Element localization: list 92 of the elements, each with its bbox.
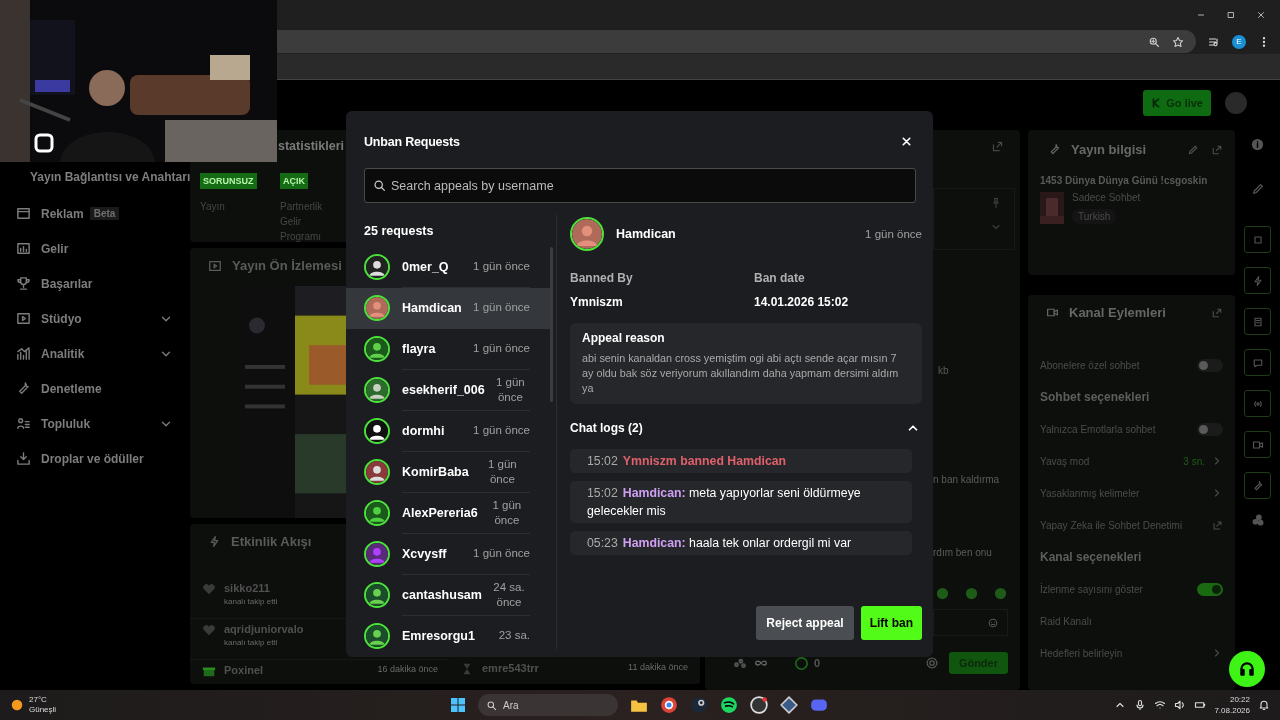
clock-date: 7.08.2026 bbox=[1214, 705, 1250, 716]
request-item[interactable]: KomirBaba 1 gün önce bbox=[346, 451, 552, 493]
request-time: 1 gün önce bbox=[473, 259, 530, 275]
event-action: kanalı takip etti bbox=[224, 638, 278, 647]
event-time: 11 dakika önce bbox=[628, 662, 688, 674]
setting-label: Raid Kanalı bbox=[1040, 615, 1093, 627]
profile-button[interactable]: E bbox=[1232, 34, 1246, 49]
username: esekherif_006 bbox=[402, 382, 485, 397]
request-time: 1 gün önce bbox=[865, 228, 922, 240]
setting-label: Yasaklanmış kelimeler bbox=[1040, 487, 1141, 499]
status-badge: AÇIK bbox=[280, 173, 308, 189]
card-title: Kanal Eylemleri bbox=[1069, 305, 1166, 320]
setting-value: 3 sn. bbox=[1183, 455, 1205, 467]
event-user: emre543trr bbox=[482, 662, 539, 674]
username: KomirBaba bbox=[402, 464, 469, 479]
stream-title: 1453 Dünya Dünya Günü !csgoskin bbox=[1040, 174, 1209, 188]
chat-log-entry: 15:02 Hamdican: meta yapıyorlar seni öldürmeye gelecekler mis bbox=[570, 481, 912, 523]
chat-log-entry: 15:02 Ymniszm banned Hamdican bbox=[570, 449, 912, 473]
category-label: Sadece Sohbet bbox=[1072, 192, 1141, 203]
sidebar-item[interactable]: Analitik bbox=[16, 336, 173, 371]
field-label: Banned By bbox=[570, 271, 634, 285]
sidebar-item[interactable]: Gelir bbox=[16, 231, 173, 266]
card-title: Yayın bilgisi bbox=[1071, 142, 1147, 157]
username: Hamdican bbox=[616, 227, 677, 241]
card-title: statistikleri bbox=[278, 139, 344, 153]
request-item[interactable]: Hamdican 1 gün önce bbox=[346, 287, 552, 329]
appeal-text: abi senin kanaldan cross yemiştim ogi abi açtı sende açar mısın 7 ay oldu bak söz veriyorum akıllandım daha yapmam dersimi aldım ya bbox=[582, 351, 900, 396]
field-value: 14.01.2026 15:02 bbox=[754, 295, 850, 309]
viewer-count: 0 bbox=[814, 657, 821, 669]
request-item[interactable]: flayra 1 gün önce bbox=[346, 328, 552, 370]
request-time: 1 gün önce bbox=[491, 497, 523, 528]
username: Emresorgu1 bbox=[402, 628, 475, 643]
sidebar-item[interactable]: Denetleme bbox=[16, 371, 173, 406]
search-field[interactable]: Search appeals by username bbox=[364, 168, 916, 203]
field-label: Ban date bbox=[754, 271, 806, 285]
setting-label: Abonelere özel sohbet bbox=[1040, 359, 1141, 371]
request-time: 1 gün önce bbox=[473, 341, 530, 357]
chat-message: n ban kaldırma bbox=[933, 474, 1001, 485]
chat-message: rdım ben onu bbox=[933, 547, 993, 558]
request-item[interactable]: Emresorgu1 23 sa. bbox=[346, 615, 552, 649]
request-item[interactable]: Xcvysff 1 gün önce bbox=[346, 533, 552, 575]
username: dormhi bbox=[402, 423, 445, 438]
event-user: Poxinel bbox=[224, 664, 264, 676]
weather-label: Güneşli bbox=[29, 705, 57, 715]
sidebar-item[interactable]: Topluluk bbox=[16, 406, 173, 441]
taskbar-search[interactable]: Ara bbox=[478, 694, 618, 716]
field-value: Ymniszm bbox=[570, 295, 624, 309]
request-time: 1 gün önce bbox=[473, 546, 530, 562]
request-time: 1 gün önce bbox=[494, 374, 526, 405]
username: AlexPereria6 bbox=[402, 505, 478, 520]
event-user: aqridjuniorvalo bbox=[224, 623, 304, 635]
chat-message: kb bbox=[937, 365, 950, 376]
request-time: 24 sa. önce bbox=[492, 579, 526, 610]
sidebar-item[interactable]: Başarılar bbox=[16, 266, 173, 301]
event-time: 16 dakika önce bbox=[377, 664, 438, 676]
request-time: 1 gün önce bbox=[473, 300, 530, 316]
request-time: 23 sa. bbox=[498, 628, 530, 644]
status-badge: SORUNSUZ bbox=[200, 173, 257, 189]
chat-log-entry: 05:23 Hamdican: haala tek onlar ordergil mi var bbox=[570, 531, 912, 555]
section-heading: Sohbet seçenekleri bbox=[1040, 390, 1151, 404]
request-time: 1 gün önce bbox=[486, 456, 518, 487]
request-count: 25 requests bbox=[363, 223, 435, 240]
card-title: Yayın Ön İzlemesi bbox=[232, 258, 342, 273]
event-action: kanalı takip etti bbox=[224, 597, 278, 606]
sidebar-item[interactable]: Droplar ve ödüller bbox=[16, 441, 173, 476]
request-item[interactable]: AlexPereria6 1 gün önce bbox=[346, 492, 552, 534]
sidebar-item[interactable]: Stüdyo bbox=[16, 301, 173, 336]
sidebar-heading[interactable]: Yayın Bağlantısı ve Anahtarı bbox=[30, 170, 190, 184]
dialog-title: Unban Requests bbox=[364, 134, 460, 149]
beta-tag: Beta bbox=[89, 207, 120, 220]
section-heading: Kanal seçenekleri bbox=[1040, 550, 1143, 564]
card-title: Etkinlik Akışı bbox=[231, 534, 312, 549]
clock-time: 20:22 bbox=[1229, 694, 1250, 705]
setting-label: İzlenme sayısını göster bbox=[1040, 583, 1144, 595]
username: Hamdican bbox=[402, 300, 462, 315]
status-caption: Partnerlik Gelir Programı bbox=[280, 200, 324, 244]
setting-label: Yalnızca Emotlarla sohbet bbox=[1040, 423, 1157, 435]
chat-logs-title: Chat logs (2) bbox=[570, 421, 643, 435]
setting-label: Hedefleri belirleyin bbox=[1040, 647, 1124, 659]
username: cantashusam bbox=[402, 587, 482, 602]
username: 0mer_Q bbox=[402, 259, 449, 274]
request-time: 1 gün önce bbox=[473, 423, 530, 439]
lift-ban-button[interactable]: Lift ban bbox=[860, 606, 922, 640]
appeal-title: Appeal reason bbox=[582, 331, 666, 345]
username: flayra bbox=[402, 341, 436, 356]
reject-appeal-button[interactable]: Reject appeal bbox=[756, 606, 854, 640]
event-user: sikko211 bbox=[224, 582, 270, 594]
temperature: 27°C bbox=[29, 695, 48, 705]
username: Xcvysff bbox=[402, 546, 447, 561]
request-item[interactable]: dormhi 1 gün önce bbox=[346, 410, 552, 452]
sidebar-item[interactable]: Reklam Beta bbox=[16, 196, 173, 231]
status-caption: Yayın bbox=[200, 200, 226, 214]
